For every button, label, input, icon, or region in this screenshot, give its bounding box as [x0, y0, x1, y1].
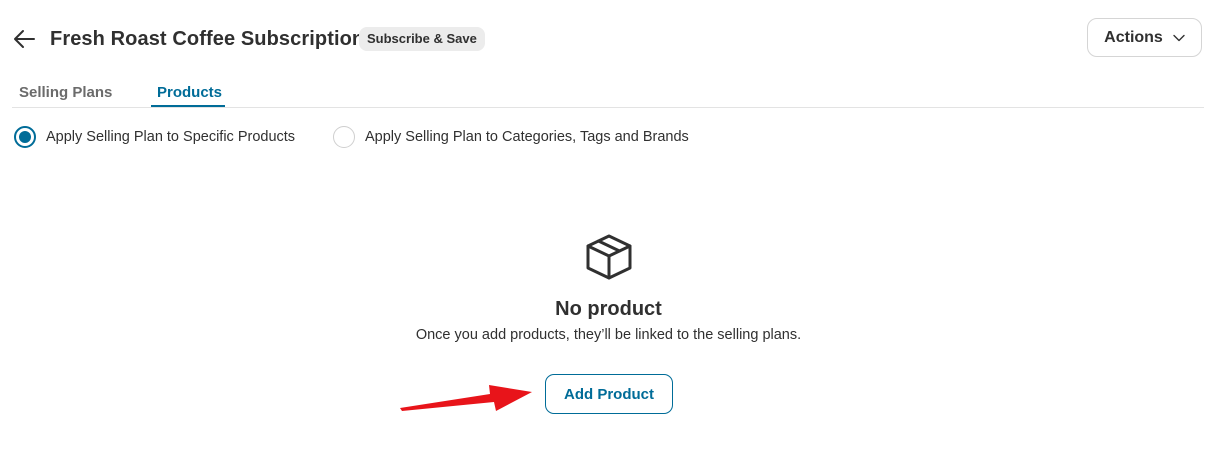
- tab-bar: Selling Plans Products: [0, 78, 1217, 108]
- package-box-icon: [586, 234, 632, 280]
- tab-selling-plans[interactable]: Selling Plans: [19, 84, 112, 101]
- radio-label: Apply Selling Plan to Categories, Tags a…: [365, 129, 689, 145]
- empty-state-title: No product: [555, 298, 662, 320]
- status-badge: Subscribe & Save: [359, 27, 485, 51]
- radio-option-categories-tags-brands[interactable]: Apply Selling Plan to Categories, Tags a…: [333, 126, 689, 148]
- radio-checked[interactable]: [14, 126, 36, 148]
- page-header: Fresh Roast Coffee Subscription Subscrib…: [0, 0, 1217, 76]
- arrow-left-icon: [14, 30, 35, 48]
- tab-divider: [12, 107, 1204, 108]
- radio-unchecked[interactable]: [333, 126, 355, 148]
- annotation-arrow-icon: [400, 385, 532, 411]
- actions-button-label: Actions: [1104, 28, 1163, 46]
- page-title: Fresh Roast Coffee Subscription: [50, 28, 365, 50]
- actions-button[interactable]: Actions: [1087, 18, 1202, 57]
- radio-option-specific-products[interactable]: Apply Selling Plan to Specific Products: [14, 126, 295, 148]
- chevron-down-icon: [1173, 34, 1185, 41]
- empty-state-description: Once you add products, they’ll be linked…: [415, 327, 802, 343]
- tab-products[interactable]: Products: [157, 84, 222, 101]
- add-product-button[interactable]: Add Product: [545, 374, 673, 414]
- radio-label: Apply Selling Plan to Specific Products: [46, 129, 296, 145]
- back-button[interactable]: [10, 26, 38, 52]
